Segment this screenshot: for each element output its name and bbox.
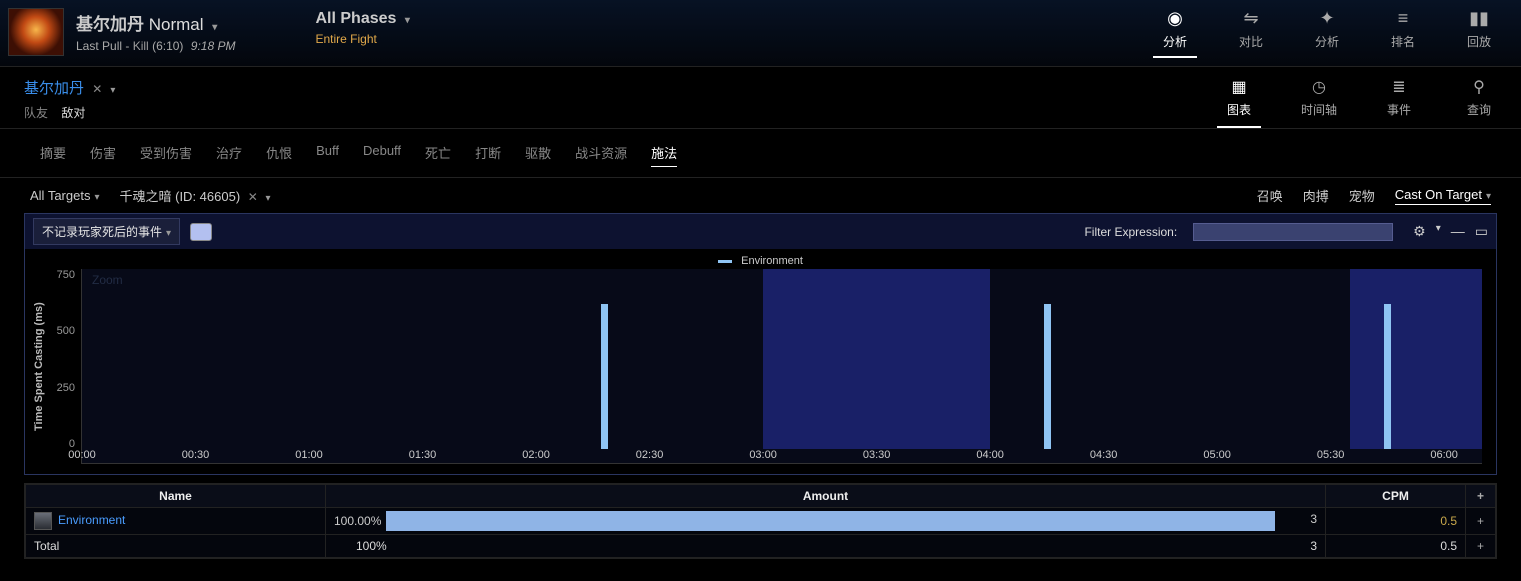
nav-rankings-icon: ≡: [1381, 8, 1425, 29]
maximize-icon[interactable]: ▭: [1475, 223, 1488, 240]
chart-toolbar: 不记录玩家死后的事件 Filter Expression: ⚙▾ — ▭: [25, 214, 1496, 249]
metric-tab[interactable]: 驱散: [525, 139, 551, 167]
metric-tab[interactable]: 施法: [651, 139, 677, 167]
nav-analyze-icon: ◉: [1153, 8, 1197, 29]
pin-chip[interactable]: [190, 223, 212, 241]
nav-replay[interactable]: ▮▮回放: [1457, 8, 1501, 58]
data-table: Name Amount CPM + Environment100.00%30.5…: [24, 483, 1497, 559]
metric-tab[interactable]: Debuff: [363, 139, 401, 167]
metric-tabs: 摘要伤害受到伤害治疗仇恨 Buff Debuff 死亡打断驱散战斗资源施法: [0, 128, 1521, 178]
view-timeline[interactable]: ◷时间轴: [1297, 77, 1341, 128]
metric-tab[interactable]: 仇恨: [266, 139, 292, 167]
gear-icon[interactable]: ⚙: [1413, 223, 1426, 240]
metric-tab[interactable]: 打断: [475, 139, 501, 167]
col-amount[interactable]: Amount: [326, 485, 1326, 508]
table-row[interactable]: Environment100.00%30.5+: [26, 508, 1496, 535]
cast-bar: [1044, 304, 1051, 449]
actor-icon: [34, 512, 52, 530]
pull-selector[interactable]: 基尔加丹 Normal: [76, 10, 235, 35]
legend-label: Environment: [741, 255, 803, 267]
nav-rankings[interactable]: ≡排名: [1381, 8, 1425, 58]
death-filter-dropdown[interactable]: 不记录玩家死后的事件: [33, 218, 180, 245]
boss-name: 基尔加丹: [76, 15, 144, 34]
col-cpm[interactable]: CPM: [1326, 485, 1466, 508]
metric-tab[interactable]: 战斗资源: [575, 139, 627, 167]
view-query-icon: ⚲: [1457, 77, 1501, 97]
ability-filter[interactable]: 千魂之暗 (ID: 46605) ✕: [120, 186, 271, 205]
metric-tab[interactable]: 受到伤害: [140, 139, 192, 167]
filter-expression-input[interactable]: [1193, 223, 1393, 241]
view-chart[interactable]: ▦图表: [1217, 77, 1261, 128]
view-query[interactable]: ⚲查询: [1457, 77, 1501, 128]
view-events[interactable]: ≣事件: [1377, 77, 1421, 128]
metric-tab[interactable]: Buff: [316, 139, 339, 167]
pull-time: 9:18 PM: [191, 39, 236, 53]
nav-analyze[interactable]: ◉分析: [1153, 8, 1197, 58]
difficulty: Normal: [149, 15, 204, 34]
boss-filter-link[interactable]: 基尔加丹 ✕: [24, 77, 115, 98]
close-icon[interactable]: ✕: [248, 190, 258, 204]
phase-highlight: [1350, 269, 1482, 449]
boss-thumbnail: [8, 8, 64, 56]
phase-selector[interactable]: All Phases: [315, 10, 409, 28]
cast-mode-option[interactable]: 召唤: [1257, 186, 1283, 205]
chart-plot[interactable]: Zoom 00:0000:3001:0001:3002:0002:3003:00…: [81, 269, 1482, 464]
close-icon[interactable]: ✕: [92, 82, 102, 96]
nav-analyze2[interactable]: ✦分析: [1305, 8, 1349, 58]
legend-swatch: [718, 260, 732, 263]
minimize-icon[interactable]: —: [1451, 223, 1465, 240]
cast-bar: [1384, 304, 1391, 449]
zoom-label: Zoom: [92, 273, 123, 287]
chart-frame: 不记录玩家死后的事件 Filter Expression: ⚙▾ — ▭ Env…: [24, 213, 1497, 475]
y-axis-ticks: 0250500750: [47, 269, 81, 464]
side-hostile[interactable]: 敌对: [61, 106, 85, 120]
filter-row: All Targets 千魂之暗 (ID: 46605) ✕ 召唤 肉搏 宠物 Cas…: [0, 178, 1521, 213]
phase-block: All Phases Entire Fight: [315, 8, 409, 46]
expand-button[interactable]: +: [1466, 535, 1496, 558]
metric-tab[interactable]: 治疗: [216, 139, 242, 167]
top-bar: 基尔加丹 Normal Last Pull - Kill (6:10) 9:18…: [0, 0, 1521, 67]
y-axis-label: Time Spent Casting (ms): [31, 269, 47, 464]
pull-result: Kill: [133, 39, 149, 53]
cast-mode-option[interactable]: 肉搏: [1303, 186, 1329, 205]
metric-tab[interactable]: 伤害: [90, 139, 116, 167]
cast-bar: [601, 304, 608, 449]
nav-replay-icon: ▮▮: [1457, 8, 1501, 29]
targets-dropdown[interactable]: All Targets: [30, 188, 100, 203]
phase-sub: Entire Fight: [315, 32, 409, 46]
view-chart-icon: ▦: [1217, 77, 1261, 97]
col-name[interactable]: Name: [26, 485, 326, 508]
metric-tab[interactable]: 摘要: [40, 139, 66, 167]
nav-analyze2-icon: ✦: [1305, 8, 1349, 29]
metric-tab[interactable]: 死亡: [425, 139, 451, 167]
phase-highlight: [763, 269, 990, 449]
nav-compare-icon: ⇋: [1229, 8, 1273, 29]
x-axis-ticks: 00:0000:3001:0001:3002:0002:3003:0003:30…: [82, 449, 1482, 463]
nav-compare[interactable]: ⇋对比: [1229, 8, 1273, 58]
expand-button[interactable]: +: [1466, 508, 1496, 535]
pull-label: Last Pull: [76, 39, 122, 53]
view-events-icon: ≣: [1377, 77, 1421, 97]
cast-mode-option[interactable]: 宠物: [1349, 186, 1375, 205]
table-total-row: Total100%30.5+: [26, 535, 1496, 558]
pull-duration: (6:10): [152, 39, 183, 53]
col-expand[interactable]: +: [1466, 485, 1496, 508]
actor-link[interactable]: Environment: [58, 513, 125, 527]
view-timeline-icon: ◷: [1297, 77, 1341, 97]
second-bar: 基尔加丹 ✕ 队友 敌对 ▦图表 ◷时间轴 ≣事件 ⚲查询: [0, 67, 1521, 128]
chart-legend: Environment: [25, 249, 1496, 269]
filter-expression-label: Filter Expression:: [1084, 225, 1177, 239]
cast-mode-option[interactable]: Cast On Target: [1395, 187, 1491, 205]
side-friendly[interactable]: 队友: [24, 106, 48, 120]
pull-info: 基尔加丹 Normal Last Pull - Kill (6:10) 9:18…: [76, 8, 235, 53]
